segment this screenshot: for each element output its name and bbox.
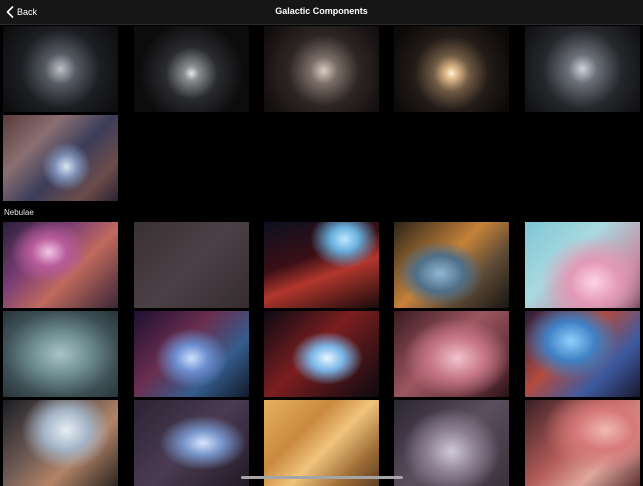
cluster-thumbnail-5[interactable] (525, 26, 640, 112)
nebula-thumbnail-13[interactable] (264, 400, 379, 486)
nebula-thumbnail-5[interactable] (525, 222, 640, 308)
nebula-thumbnail-4[interactable] (394, 222, 509, 308)
page-title: Galactic Components (275, 6, 368, 16)
nebula-thumbnail-1[interactable] (3, 222, 118, 308)
nebula-thumbnail-11[interactable] (3, 400, 118, 486)
cluster-thumbnail-4[interactable] (394, 26, 509, 112)
cluster-thumbnail-1[interactable] (3, 26, 118, 112)
section-title-nebulae: Nebulae (4, 208, 34, 217)
nebula-thumbnail-7[interactable] (134, 311, 249, 397)
nebula-thumbnail-12[interactable] (134, 400, 249, 486)
nebula-thumbnail-2[interactable] (134, 222, 249, 308)
navigation-bar: Back Galactic Components (0, 0, 643, 25)
nebula-thumbnail-10[interactable] (525, 311, 640, 397)
cluster-thumbnail-3[interactable] (264, 26, 379, 112)
nebula-thumbnail-6[interactable] (3, 311, 118, 397)
nebula-thumbnail-14[interactable] (394, 400, 509, 486)
cluster-thumbnail-6[interactable] (3, 115, 118, 201)
nebula-thumbnail-9[interactable] (394, 311, 509, 397)
nebula-thumbnail-3[interactable] (264, 222, 379, 308)
nebula-thumbnail-15[interactable] (525, 400, 640, 486)
home-indicator[interactable] (241, 476, 403, 479)
cluster-thumbnail-2[interactable] (134, 26, 249, 112)
nebula-thumbnail-8[interactable] (264, 311, 379, 397)
